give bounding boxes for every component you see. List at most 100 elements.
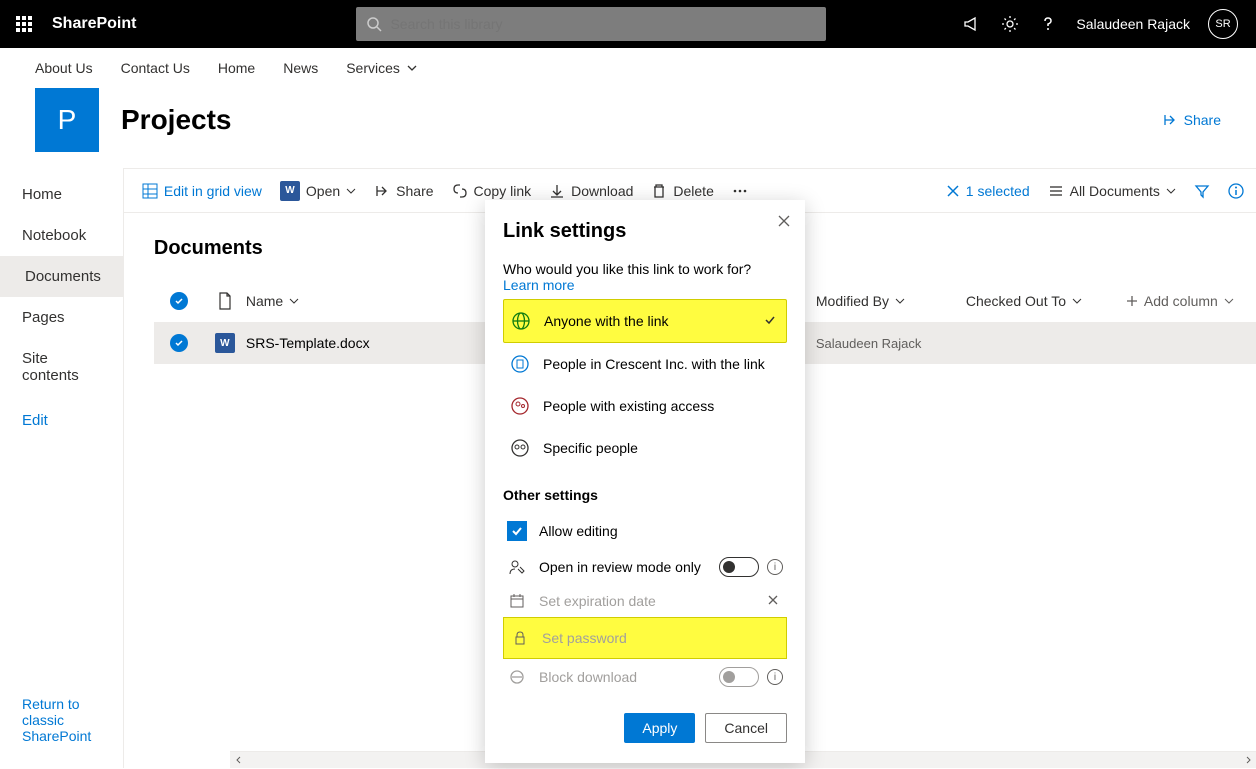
checked-out-column-header[interactable]: Checked Out To bbox=[966, 293, 1126, 309]
left-navigation: Home Notebook Documents Pages Site conte… bbox=[0, 168, 124, 768]
nav-contact[interactable]: Contact Us bbox=[121, 60, 190, 76]
add-column-header[interactable]: Add column bbox=[1126, 293, 1256, 309]
nav-news[interactable]: News bbox=[283, 60, 318, 76]
cmd-more[interactable] bbox=[732, 183, 748, 199]
return-classic-link[interactable]: Return to classic SharePoint bbox=[0, 680, 123, 768]
search-icon bbox=[366, 16, 382, 32]
other-settings-title: Other settings bbox=[503, 487, 787, 503]
option-specific-people[interactable]: Specific people bbox=[503, 427, 787, 469]
chevron-down-icon bbox=[346, 186, 356, 196]
type-column-header[interactable] bbox=[204, 292, 246, 310]
share-site-button[interactable]: Share bbox=[1162, 112, 1221, 128]
site-nav: About Us Contact Us Home News Services bbox=[0, 48, 1256, 88]
dialog-title: Link settings bbox=[503, 220, 787, 243]
search-box[interactable] bbox=[356, 7, 826, 41]
cmd-share[interactable]: Share bbox=[374, 183, 433, 199]
download-icon bbox=[549, 183, 565, 199]
leftnav-edit-link[interactable]: Edit bbox=[0, 400, 123, 441]
file-icon bbox=[217, 292, 233, 310]
leftnav-pages[interactable]: Pages bbox=[0, 297, 123, 338]
option-existing-access[interactable]: People with existing access bbox=[503, 385, 787, 427]
review-mode-row: Open in review mode only i bbox=[503, 549, 787, 585]
apply-button[interactable]: Apply bbox=[624, 713, 695, 743]
block-download-row: Block download i bbox=[503, 659, 787, 695]
chevron-down-icon bbox=[895, 296, 905, 306]
gear-icon[interactable] bbox=[1000, 14, 1020, 34]
cmd-download[interactable]: Download bbox=[549, 183, 633, 199]
selected-check-icon bbox=[764, 313, 776, 329]
nav-home[interactable]: Home bbox=[218, 60, 255, 76]
megaphone-icon[interactable] bbox=[962, 14, 982, 34]
allow-editing-row[interactable]: Allow editing bbox=[503, 513, 787, 549]
chevron-down-icon bbox=[289, 296, 299, 306]
row-checkbox[interactable] bbox=[170, 334, 188, 352]
cmd-edit-grid[interactable]: Edit in grid view bbox=[142, 183, 262, 199]
search-input[interactable] bbox=[390, 16, 816, 32]
grid-icon bbox=[142, 183, 158, 199]
name-column-header[interactable]: Name bbox=[246, 293, 526, 309]
site-logo[interactable]: P bbox=[35, 88, 99, 152]
people-access-icon bbox=[509, 395, 531, 417]
brand-label: SharePoint bbox=[52, 15, 136, 33]
app-launcher-icon[interactable] bbox=[0, 0, 48, 48]
block-icon bbox=[507, 669, 527, 685]
review-mode-toggle[interactable] bbox=[719, 557, 759, 577]
info-icon[interactable]: i bbox=[767, 559, 783, 575]
lock-icon bbox=[510, 630, 530, 646]
chevron-down-icon bbox=[1166, 186, 1176, 196]
cmd-delete[interactable]: Delete bbox=[651, 183, 713, 199]
nav-about[interactable]: About Us bbox=[35, 60, 93, 76]
allow-editing-checkbox[interactable] bbox=[507, 521, 527, 541]
modified-by-column-header[interactable]: Modified By bbox=[816, 293, 966, 309]
option-organization[interactable]: People in Crescent Inc. with the link bbox=[503, 343, 787, 385]
cmd-view-selector[interactable]: All Documents bbox=[1048, 183, 1176, 199]
word-file-icon: W bbox=[215, 333, 235, 353]
people-icon bbox=[509, 437, 531, 459]
expiration-row[interactable]: Set expiration date bbox=[503, 585, 787, 617]
building-icon bbox=[509, 353, 531, 375]
chevron-down-icon bbox=[1224, 296, 1234, 306]
cmd-open[interactable]: W Open bbox=[280, 181, 356, 201]
cmd-copy-link[interactable]: Copy link bbox=[452, 183, 532, 199]
leftnav-site-contents[interactable]: Site contents bbox=[0, 338, 123, 396]
dialog-close-button[interactable] bbox=[777, 214, 791, 233]
scroll-right-icon[interactable] bbox=[1239, 752, 1256, 769]
clear-selection-icon bbox=[946, 184, 960, 198]
help-icon[interactable] bbox=[1038, 14, 1058, 34]
select-all-column[interactable] bbox=[154, 292, 204, 310]
globe-icon bbox=[510, 310, 532, 332]
share-icon bbox=[374, 183, 390, 199]
file-name[interactable]: SRS-Template.docx bbox=[246, 335, 526, 351]
selected-count[interactable]: 1 selected bbox=[946, 183, 1030, 199]
password-row[interactable]: Set password bbox=[503, 617, 787, 659]
learn-more-link[interactable]: Learn more bbox=[503, 277, 575, 293]
option-anyone[interactable]: Anyone with the link bbox=[503, 299, 787, 343]
info-icon[interactable]: i bbox=[767, 669, 783, 685]
more-icon bbox=[732, 183, 748, 199]
user-avatar[interactable]: SR bbox=[1208, 9, 1238, 39]
sharepoint-topbar: SharePoint Salaudeen Rajack SR bbox=[0, 0, 1256, 48]
cancel-button[interactable]: Cancel bbox=[705, 713, 787, 743]
share-icon bbox=[1162, 112, 1178, 128]
clear-expiration-icon[interactable] bbox=[767, 593, 779, 609]
nav-services[interactable]: Services bbox=[346, 60, 418, 76]
link-icon bbox=[452, 183, 468, 199]
plus-icon bbox=[1126, 295, 1138, 307]
cmd-filter[interactable] bbox=[1194, 183, 1210, 199]
leftnav-documents[interactable]: Documents bbox=[0, 256, 123, 297]
dialog-subtitle: Who would you like this link to work for… bbox=[503, 261, 787, 293]
person-edit-icon bbox=[507, 559, 527, 575]
site-title: Projects bbox=[121, 104, 232, 136]
calendar-icon bbox=[507, 593, 527, 609]
leftnav-home[interactable]: Home bbox=[0, 174, 123, 215]
info-icon bbox=[1228, 183, 1244, 199]
close-icon bbox=[777, 214, 791, 228]
user-name-label: Salaudeen Rajack bbox=[1076, 16, 1190, 32]
link-settings-dialog: Link settings Who would you like this li… bbox=[485, 200, 805, 763]
cmd-info[interactable] bbox=[1228, 183, 1244, 199]
trash-icon bbox=[651, 183, 667, 199]
list-icon bbox=[1048, 183, 1064, 199]
scroll-left-icon[interactable] bbox=[230, 752, 247, 769]
leftnav-notebook[interactable]: Notebook bbox=[0, 215, 123, 256]
block-download-toggle bbox=[719, 667, 759, 687]
